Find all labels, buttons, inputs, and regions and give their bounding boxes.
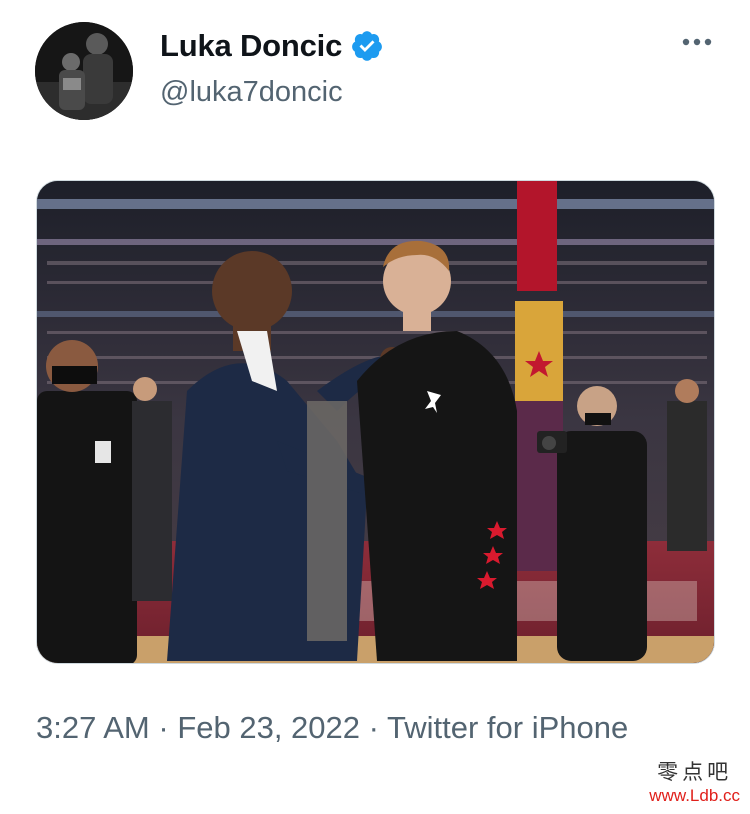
more-horizontal-icon <box>682 38 712 46</box>
avatar-photo <box>35 22 133 120</box>
photo-illustration <box>37 181 714 663</box>
tweet-time: 3:27 AM <box>36 710 150 745</box>
tweet-time-link[interactable]: 3:27 AM · Feb 23, 2022 <box>36 710 360 745</box>
tweet-timestamp: 3:27 AM · Feb 23, 2022 · Twitter for iPh… <box>36 704 656 751</box>
separator-dot: · <box>149 710 178 745</box>
more-options-button[interactable] <box>680 28 714 56</box>
author-name-row[interactable]: Luka Doncic <box>160 24 384 68</box>
verified-badge-icon <box>350 29 384 63</box>
tweet-source-link[interactable]: Twitter for iPhone <box>387 710 628 745</box>
author-handle[interactable]: @luka7doncic <box>160 76 343 109</box>
author-display-name[interactable]: Luka Doncic <box>160 28 342 64</box>
site-watermark: 零点吧 www.Ldb.cc <box>649 756 740 806</box>
tweet-date: Feb 23, 2022 <box>177 710 361 745</box>
separator-dot: · <box>360 710 388 745</box>
watermark-cn-text: 零点吧 <box>657 760 733 784</box>
watermark-url-text: www.Ldb.cc <box>649 786 740 805</box>
tweet-media-photo[interactable] <box>36 180 715 664</box>
avatar[interactable] <box>35 22 133 120</box>
